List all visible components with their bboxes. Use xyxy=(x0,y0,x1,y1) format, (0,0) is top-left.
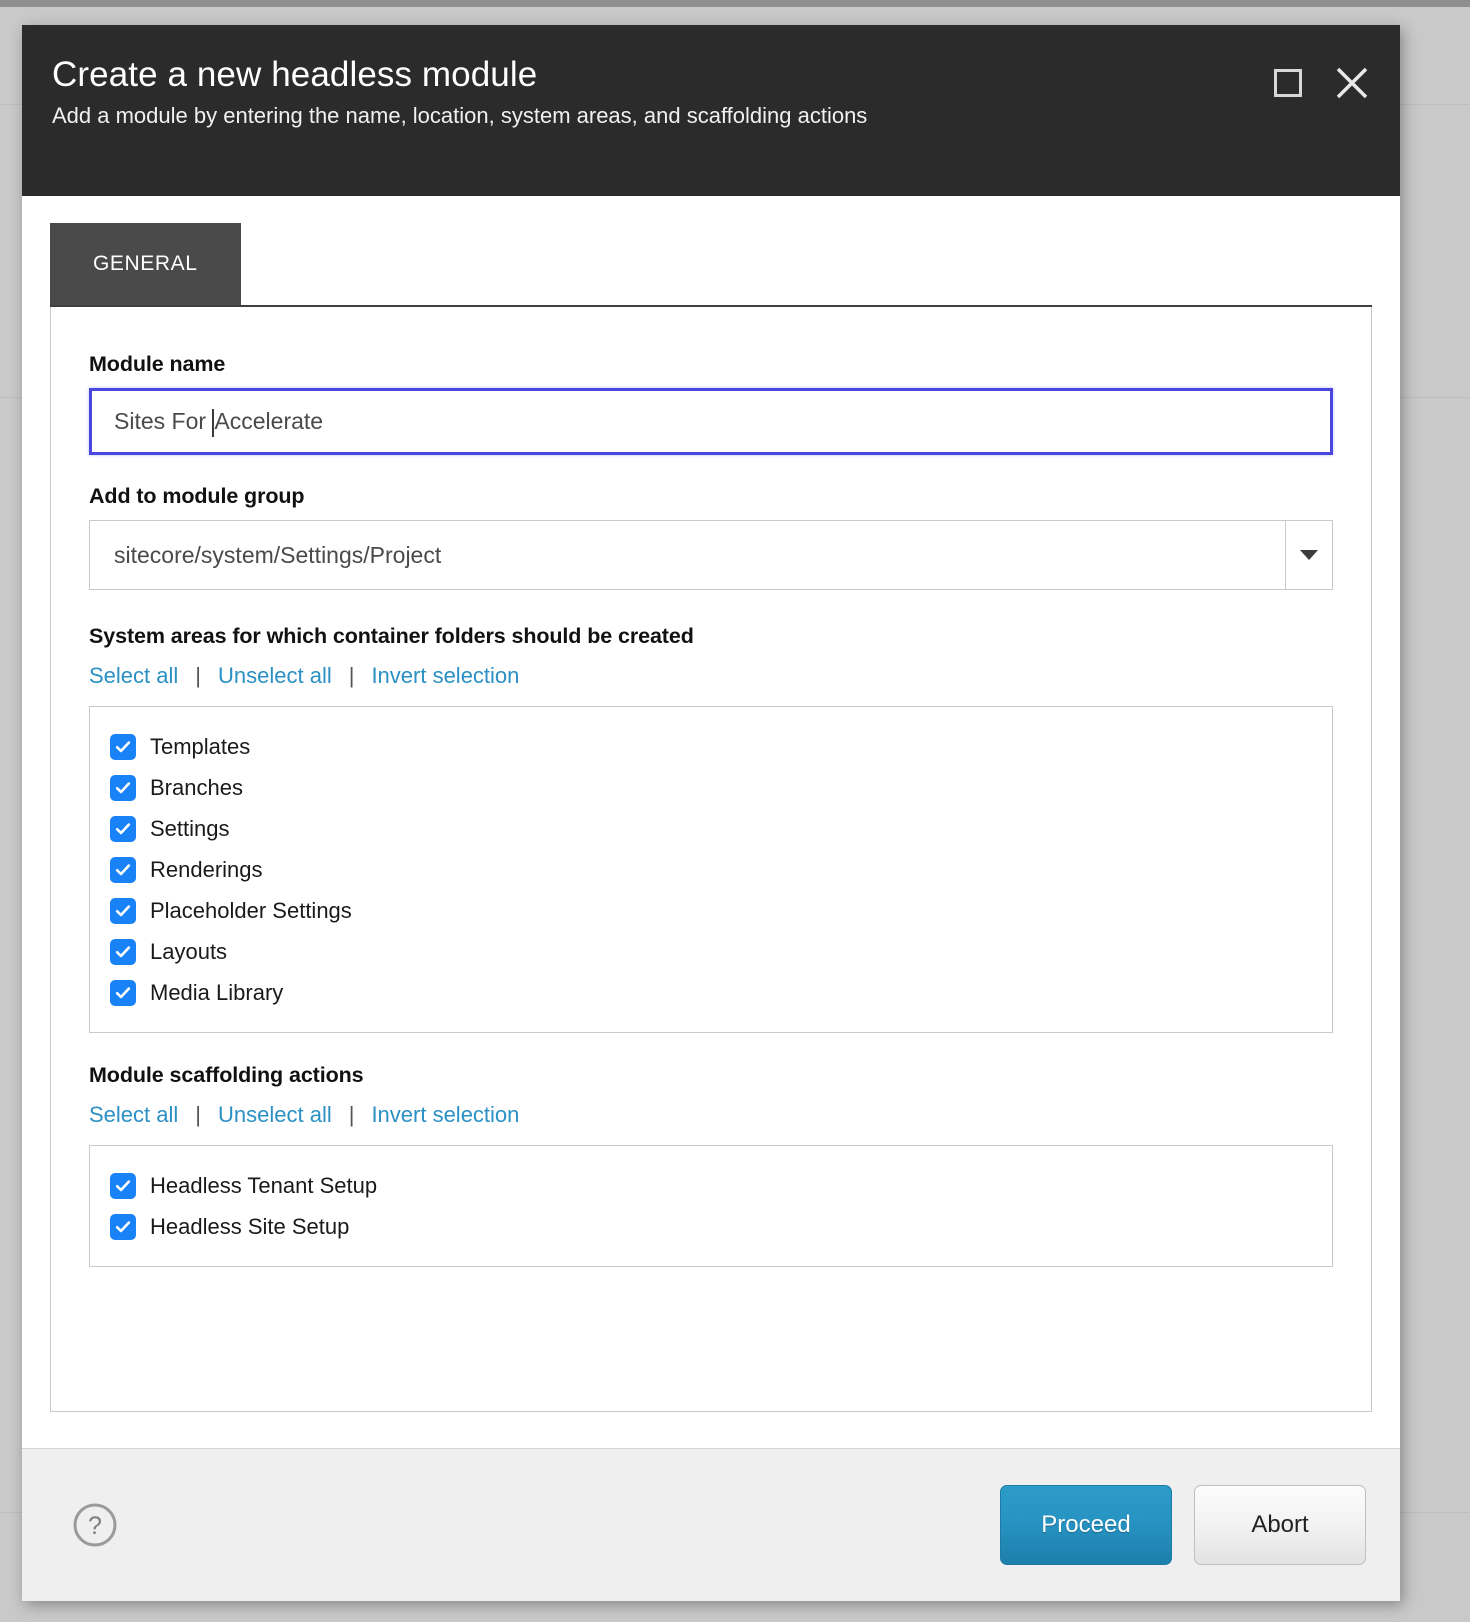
scaffolding-action-item[interactable]: Headless Site Setup xyxy=(90,1206,1332,1247)
link-separator: | xyxy=(348,663,355,688)
scaffolding-actions-label: Module scaffolding actions xyxy=(89,1063,364,1087)
system-area-item[interactable]: Placeholder Settings xyxy=(90,890,1332,931)
system-area-label: Layouts xyxy=(150,938,228,964)
maximize-icon xyxy=(1274,69,1302,97)
module-group-value[interactable]: sitecore/system/Settings/Project xyxy=(89,520,1286,590)
dialog-footer: ? Proceed Abort xyxy=(22,1448,1400,1601)
link-separator: | xyxy=(195,1102,201,1127)
link-separator: | xyxy=(348,1102,355,1127)
system-area-label: Placeholder Settings xyxy=(150,897,352,923)
page-root: Create a new headless module Add a modul… xyxy=(0,0,1470,1622)
checkbox-checked-icon[interactable] xyxy=(110,856,136,883)
module-name-label: Module name xyxy=(89,352,226,376)
scaffolding-unselect-all-link[interactable]: Unselect all xyxy=(218,1102,332,1128)
svg-text:?: ? xyxy=(88,1512,102,1540)
tab-strip: GENERAL xyxy=(50,223,1372,307)
window-controls xyxy=(1274,65,1370,101)
module-group-dropdown-button[interactable] xyxy=(1286,520,1333,590)
maximize-button[interactable] xyxy=(1274,69,1302,97)
abort-button[interactable]: Abort xyxy=(1194,1485,1366,1565)
scaffolding-select-all-link[interactable]: Select all xyxy=(89,1102,178,1128)
checkbox-checked-icon[interactable] xyxy=(110,815,136,842)
tab-general[interactable]: GENERAL xyxy=(50,223,241,305)
dialog-titlebar: Create a new headless module Add a modul… xyxy=(22,25,1400,196)
system-area-item[interactable]: Branches xyxy=(90,767,1332,808)
checkbox-checked-icon[interactable] xyxy=(110,733,136,760)
system-area-item[interactable]: Media Library xyxy=(90,972,1332,1013)
system-area-label: Branches xyxy=(150,774,243,800)
module-group-label: Add to module group xyxy=(89,484,305,508)
help-circle-icon[interactable]: ? xyxy=(72,1502,118,1548)
system-area-label: Renderings xyxy=(150,856,263,882)
scaffolding-action-label: Headless Site Setup xyxy=(150,1213,350,1239)
module-name-input[interactable]: Sites For Accelerate xyxy=(89,388,1333,455)
system-area-label: Media Library xyxy=(150,979,284,1005)
module-name-value-before: Sites For xyxy=(114,408,213,434)
system-areas-actions: Select all | Unselect all | Invert selec… xyxy=(89,663,1333,689)
link-separator: | xyxy=(195,663,201,688)
checkbox-checked-icon[interactable] xyxy=(110,897,136,924)
background-topbar xyxy=(0,0,1470,7)
checkbox-checked-icon[interactable] xyxy=(110,774,136,801)
scaffolding-action-item[interactable]: Headless Tenant Setup xyxy=(90,1165,1332,1206)
system-area-item[interactable]: Layouts xyxy=(90,931,1332,972)
checkbox-checked-icon[interactable] xyxy=(110,979,136,1006)
scaffolding-actions-checklist: Headless Tenant Setup Headless Site Setup xyxy=(89,1145,1333,1267)
system-areas-label: System areas for which container folders… xyxy=(89,624,694,648)
system-areas-checklist: Templates Branches Settings Renderings Place… xyxy=(89,706,1333,1033)
checkbox-checked-icon[interactable] xyxy=(110,1213,136,1240)
checkbox-checked-icon[interactable] xyxy=(110,1172,136,1199)
dialog-body: GENERAL Module name Sites For Accelerate… xyxy=(22,196,1400,1448)
chevron-down-icon xyxy=(1300,550,1318,560)
checkbox-checked-icon[interactable] xyxy=(110,938,136,965)
system-area-label: Templates xyxy=(150,733,251,759)
module-group-select[interactable]: sitecore/system/Settings/Project xyxy=(89,520,1333,590)
scaffolding-action-label: Headless Tenant Setup xyxy=(150,1172,378,1198)
proceed-button[interactable]: Proceed xyxy=(1000,1485,1172,1565)
system-areas-invert-selection-link[interactable]: Invert selection xyxy=(371,663,519,689)
system-area-item[interactable]: Templates xyxy=(90,726,1332,767)
system-area-item[interactable]: Settings xyxy=(90,808,1332,849)
system-areas-select-all-link[interactable]: Select all xyxy=(89,663,178,689)
scaffolding-invert-selection-link[interactable]: Invert selection xyxy=(371,1102,519,1128)
module-name-value-after: Accelerate xyxy=(214,408,324,434)
close-button[interactable] xyxy=(1334,65,1370,101)
dialog-subtitle: Add a module by entering the name, locat… xyxy=(52,103,868,129)
close-icon xyxy=(1336,67,1368,99)
system-area-item[interactable]: Renderings xyxy=(90,849,1332,890)
dialog-title: Create a new headless module xyxy=(52,55,538,94)
tab-panel-general: Module name Sites For Accelerate Add to … xyxy=(50,307,1372,1412)
scaffolding-actions-links: Select all | Unselect all | Invert selec… xyxy=(89,1102,1333,1128)
system-area-label: Settings xyxy=(150,815,230,841)
system-areas-unselect-all-link[interactable]: Unselect all xyxy=(218,663,332,689)
create-module-dialog: Create a new headless module Add a modul… xyxy=(22,25,1400,1601)
text-caret xyxy=(212,408,215,437)
